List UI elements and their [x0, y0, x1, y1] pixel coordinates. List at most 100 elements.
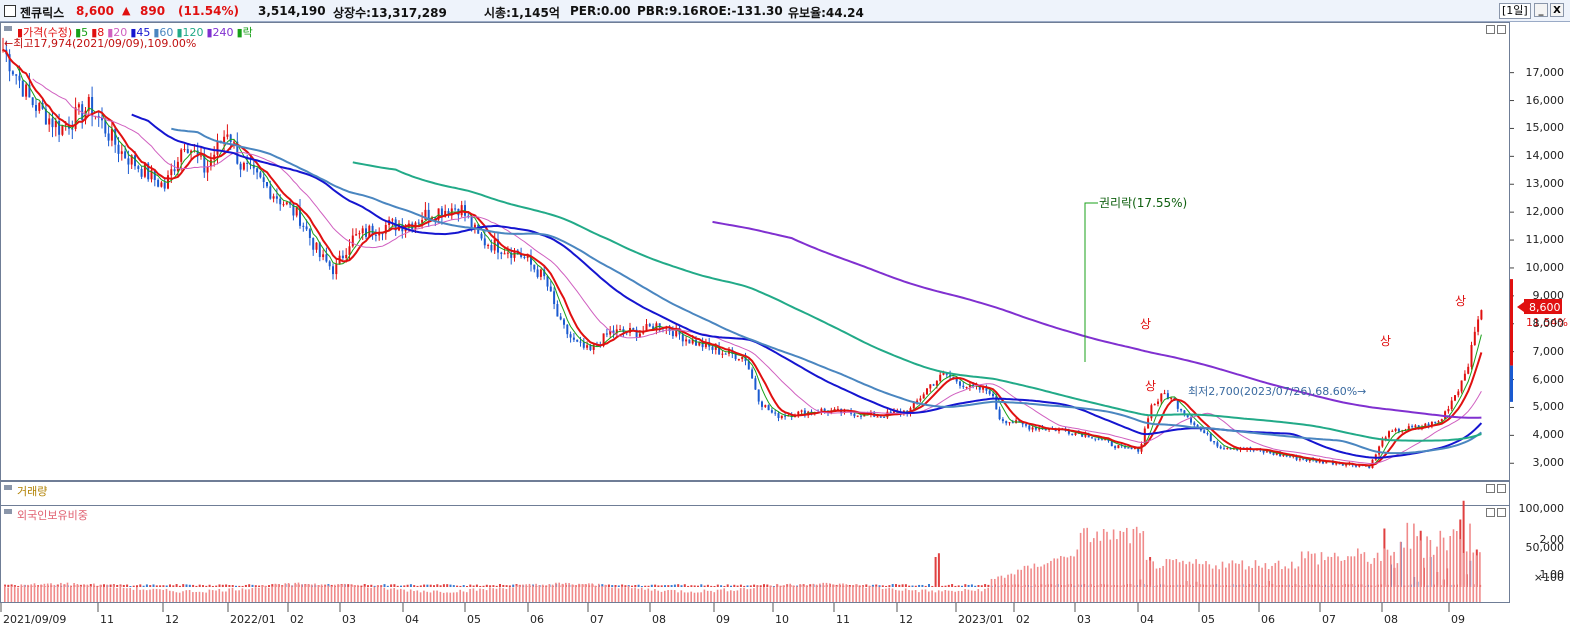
volume-bar — [759, 585, 762, 587]
candle-body — [163, 182, 166, 189]
foreign-ratio-bar — [1050, 560, 1052, 602]
volume-bar — [673, 584, 676, 587]
candle-body — [1001, 419, 1004, 422]
foreign-ratio-bar — [779, 586, 782, 602]
candle-body — [61, 125, 64, 135]
volume-bar — [155, 585, 158, 587]
foreign-ratio-bar — [1149, 560, 1151, 602]
volume-bar — [129, 585, 132, 587]
foreign-ratio-bar — [541, 584, 544, 602]
foreign-ratio-bar — [1426, 536, 1428, 602]
x-tick-label: 09 — [716, 613, 730, 626]
volume-bar — [433, 585, 435, 587]
volume-bar — [122, 584, 125, 587]
foreign-ratio-bar — [825, 582, 828, 602]
foreign-ratio-bar — [644, 589, 646, 602]
foreign-ratio-bar — [317, 585, 320, 602]
foreign-ratio-bar — [50, 583, 52, 602]
foreign-ratio-bar — [235, 590, 237, 602]
candle-body — [480, 233, 483, 239]
volume-bar — [706, 584, 709, 587]
foreign-ratio-bar — [739, 588, 742, 602]
candle-body — [21, 80, 24, 97]
volume-bar — [136, 585, 138, 587]
volume-bar — [409, 584, 412, 587]
candle-body — [157, 179, 160, 187]
volume-bar — [482, 585, 485, 587]
volume-bar — [126, 584, 129, 587]
candle-body — [605, 333, 608, 335]
foreign-ratio-bar — [763, 587, 765, 602]
foreign-ratio-bar — [1373, 558, 1376, 602]
limit-up-marker: 상 — [1380, 334, 1391, 348]
foreign-ratio-bar — [182, 591, 184, 602]
foreign-ratio-bar — [1271, 565, 1273, 602]
volume-bar — [634, 584, 637, 587]
volume-bar — [660, 585, 663, 587]
foreign-ratio-bar — [690, 591, 692, 602]
x-tick-label: 03 — [342, 613, 356, 626]
foreign-ratio-bar — [185, 590, 188, 602]
candle-body — [1163, 393, 1166, 395]
volume-bar — [881, 585, 884, 587]
foreign-ratio-bar — [1168, 559, 1171, 602]
candle-body — [1305, 459, 1308, 462]
chart-canvas[interactable]: ←최고17,974(2021/09/09),109.00% 권리락(17.55%)… — [0, 0, 1570, 629]
volume-bar — [505, 585, 508, 587]
foreign-ratio-bar — [1023, 565, 1026, 602]
foreign-ratio-bar — [627, 585, 630, 602]
candle-body — [1282, 454, 1285, 457]
candle-body — [110, 128, 113, 141]
candle-body — [31, 97, 34, 106]
foreign-ratio-bar — [142, 589, 145, 602]
candle-body — [58, 120, 61, 135]
foreign-ratio-bar — [1234, 563, 1237, 602]
candle-body — [533, 264, 536, 270]
foreign-ratio-bar — [482, 588, 485, 602]
candle-body — [35, 105, 37, 111]
foreign-ratio-bar — [683, 592, 686, 602]
x-tick-label: 08 — [1384, 613, 1398, 626]
candle-body — [619, 329, 622, 331]
foreign-ratio-bar — [1320, 552, 1323, 602]
foreign-ratio-bar — [403, 589, 405, 602]
volume-bar — [479, 585, 482, 587]
x-tick-label: 12 — [165, 613, 179, 626]
foreign-ratio-bar — [1241, 560, 1244, 602]
foreign-ratio-bar — [198, 591, 201, 602]
candle-body — [1457, 391, 1460, 396]
foreign-ratio-bar — [7, 587, 9, 602]
candle-body — [784, 415, 787, 417]
foreign-ratio-bar — [274, 583, 277, 602]
volume-bar — [934, 557, 937, 587]
foreign-ratio-bar — [871, 586, 874, 602]
candle-body — [876, 416, 879, 418]
foreign-ratio-bar — [647, 588, 650, 602]
foreign-ratio-bar — [211, 590, 214, 602]
volume-bar — [429, 584, 432, 587]
y-tick-label: 17,000 — [1525, 65, 1565, 79]
foreign-ratio-bar — [1360, 553, 1362, 602]
candle-body — [137, 166, 140, 169]
foreign-ratio-bar — [786, 585, 788, 602]
foreign-ratio-bar — [591, 583, 593, 602]
volume-bar — [928, 584, 930, 587]
x-tick-label: 11 — [836, 613, 850, 626]
foreign-ratio-bar — [1185, 564, 1187, 602]
volume-bar — [723, 585, 726, 587]
foreign-ratio-bar — [1036, 566, 1039, 602]
foreign-ratio-bar — [268, 587, 270, 602]
foreign-ratio-bar — [452, 592, 455, 602]
foreign-ratio-bar — [607, 587, 610, 602]
candle-body — [546, 276, 549, 287]
y-tick-label: 10,000 — [1525, 260, 1565, 274]
candle-body — [134, 155, 136, 167]
volume-bar — [436, 584, 439, 587]
foreign-ratio-bar — [759, 587, 762, 602]
candle-body — [754, 378, 757, 390]
foreign-ratio-bar — [485, 590, 488, 602]
ma-5-line — [2, 49, 1482, 467]
candle-body — [374, 234, 377, 236]
foreign-ratio-bar — [858, 586, 861, 602]
volume-bar — [439, 585, 442, 587]
